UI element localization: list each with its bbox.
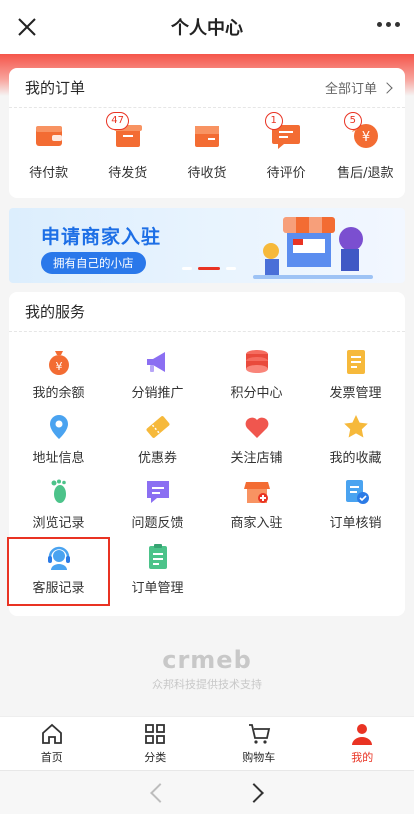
banner-dot-active [198,267,220,270]
order-item-pending-shipment[interactable]: 47 待发货 [88,112,167,181]
tab-cart[interactable]: 购物车 [207,717,311,770]
service-label: 关注店铺 [230,451,283,466]
footprint-icon [51,479,66,503]
heart-icon [245,417,268,438]
money-bag-icon: ¥ [48,351,69,375]
service-label: 发票管理 [329,386,382,401]
home-icon [41,723,62,744]
package-icon [194,126,219,147]
services-header: 我的服务 [9,292,405,332]
location-pin-icon [49,415,68,439]
service-history[interactable]: 浏览记录 [9,474,108,539]
pending-shipment-badge: 47 [106,112,130,130]
service-label: 积分中心 [230,386,283,401]
all-orders-link[interactable]: 全部订单 [324,78,393,97]
brand-logo: crmeb [162,646,252,674]
tab-label: 首页 [40,751,63,764]
banner-title: 申请商家入驻 [41,226,162,248]
top-bar: 个人中心 [0,0,414,54]
service-label: 我的收藏 [329,451,382,466]
wallet-icon [35,126,62,146]
banner-pagination [182,267,236,270]
pending-review-badge: 1 [264,112,283,130]
order-item-pending-payment[interactable]: 待付款 [9,122,88,181]
order-item-label: 售后/退款 [337,166,394,181]
service-support-history[interactable]: 客服记录 [7,537,110,606]
service-feedback[interactable]: 问题反馈 [108,474,207,539]
order-item-label: 待发货 [108,166,148,181]
tab-label: 分类 [144,751,167,764]
order-item-label: 待收货 [187,166,227,181]
star-icon [343,415,368,438]
bottom-tab-bar: 首页 分类 购物车 我的 [0,716,414,770]
service-invoice[interactable]: 发票管理 [306,344,405,409]
order-item-refund[interactable]: ¥ 5 售后/退款 [326,112,405,181]
service-coupon[interactable]: 优惠券 [108,409,207,474]
tab-label: 我的 [351,751,374,764]
tab-category[interactable]: 分类 [104,717,208,770]
services-heading: 我的服务 [25,303,86,321]
banner-dot [226,267,236,270]
order-item-pending-review[interactable]: 1 待评价 [247,112,326,181]
service-distribution[interactable]: 分销推广 [108,344,207,409]
coins-icon [245,350,268,373]
all-orders-label: 全部订单 [324,82,377,97]
coupon-icon [146,416,169,438]
tab-label: 购物车 [242,751,276,764]
chevron-right-icon [381,81,393,94]
service-label: 我的余额 [32,386,85,401]
order-card: 我的订单 全部订单 待付款 47 待发货 待收货 1 待评价 ¥ 5 售后/退款 [9,68,405,198]
user-icon [352,724,373,745]
invoice-icon [346,350,365,374]
service-label: 浏览记录 [32,516,85,531]
service-label: 分销推广 [131,386,184,401]
service-label: 客服记录 [32,581,85,596]
megaphone-icon [146,352,165,372]
order-card-header: 我的订单 全部订单 [9,68,405,108]
refund-badge: 5 [343,112,362,130]
tab-home[interactable]: 首页 [0,717,104,770]
verify-icon [345,480,369,504]
banner-subtitle: 拥有自己的小店 [41,252,146,274]
close-icon[interactable] [14,14,40,40]
feedback-icon [146,481,169,503]
more-icon[interactable] [377,22,400,27]
forward-arrow-icon[interactable] [244,782,264,803]
tab-mine[interactable]: 我的 [311,717,414,770]
service-address[interactable]: 地址信息 [9,409,108,474]
clipboard-icon [148,544,167,569]
service-balance[interactable]: ¥ 我的余额 [9,344,108,409]
back-arrow-icon[interactable] [150,782,170,803]
store-icon [243,482,270,503]
shop-illustration-icon [253,217,373,279]
svg-text:¥: ¥ [55,360,62,373]
cart-icon [248,724,270,744]
order-item-label: 待评价 [266,166,306,181]
headset-icon [47,546,70,570]
service-order-verify[interactable]: 订单核销 [306,474,405,539]
brand-text: 众邦科技提供技术支持 [152,678,262,691]
service-label: 订单核销 [329,516,382,531]
service-order-management[interactable]: 订单管理 [108,539,207,604]
banner-dot [182,267,192,270]
order-item-pending-receipt[interactable]: 待收货 [167,122,246,181]
service-points[interactable]: 积分中心 [207,344,306,409]
service-label: 问题反馈 [131,516,184,531]
order-item-label: 待付款 [29,166,69,181]
merchant-banner[interactable]: 申请商家入驻 拥有自己的小店 [9,208,405,283]
service-favorites[interactable]: 我的收藏 [306,409,405,474]
brand-footer: crmeb 众邦科技提供技术支持 [0,646,414,692]
service-label: 订单管理 [131,581,184,596]
order-heading: 我的订单 [25,79,86,97]
service-merchant-join[interactable]: 商家入驻 [207,474,306,539]
svg-text:¥: ¥ [362,130,370,145]
grid-icon [145,724,166,744]
page-title: 个人中心 [171,18,243,39]
service-label: 优惠券 [137,451,177,466]
service-follow-store[interactable]: 关注店铺 [207,409,306,474]
service-label: 商家入驻 [230,516,283,531]
services-card: 我的服务 ¥ 我的余额 分销推广 积分中心 发票管理 地址信息 优惠券 关注店铺… [7,292,405,616]
browser-nav-bar [0,770,414,814]
service-label: 地址信息 [32,451,85,466]
